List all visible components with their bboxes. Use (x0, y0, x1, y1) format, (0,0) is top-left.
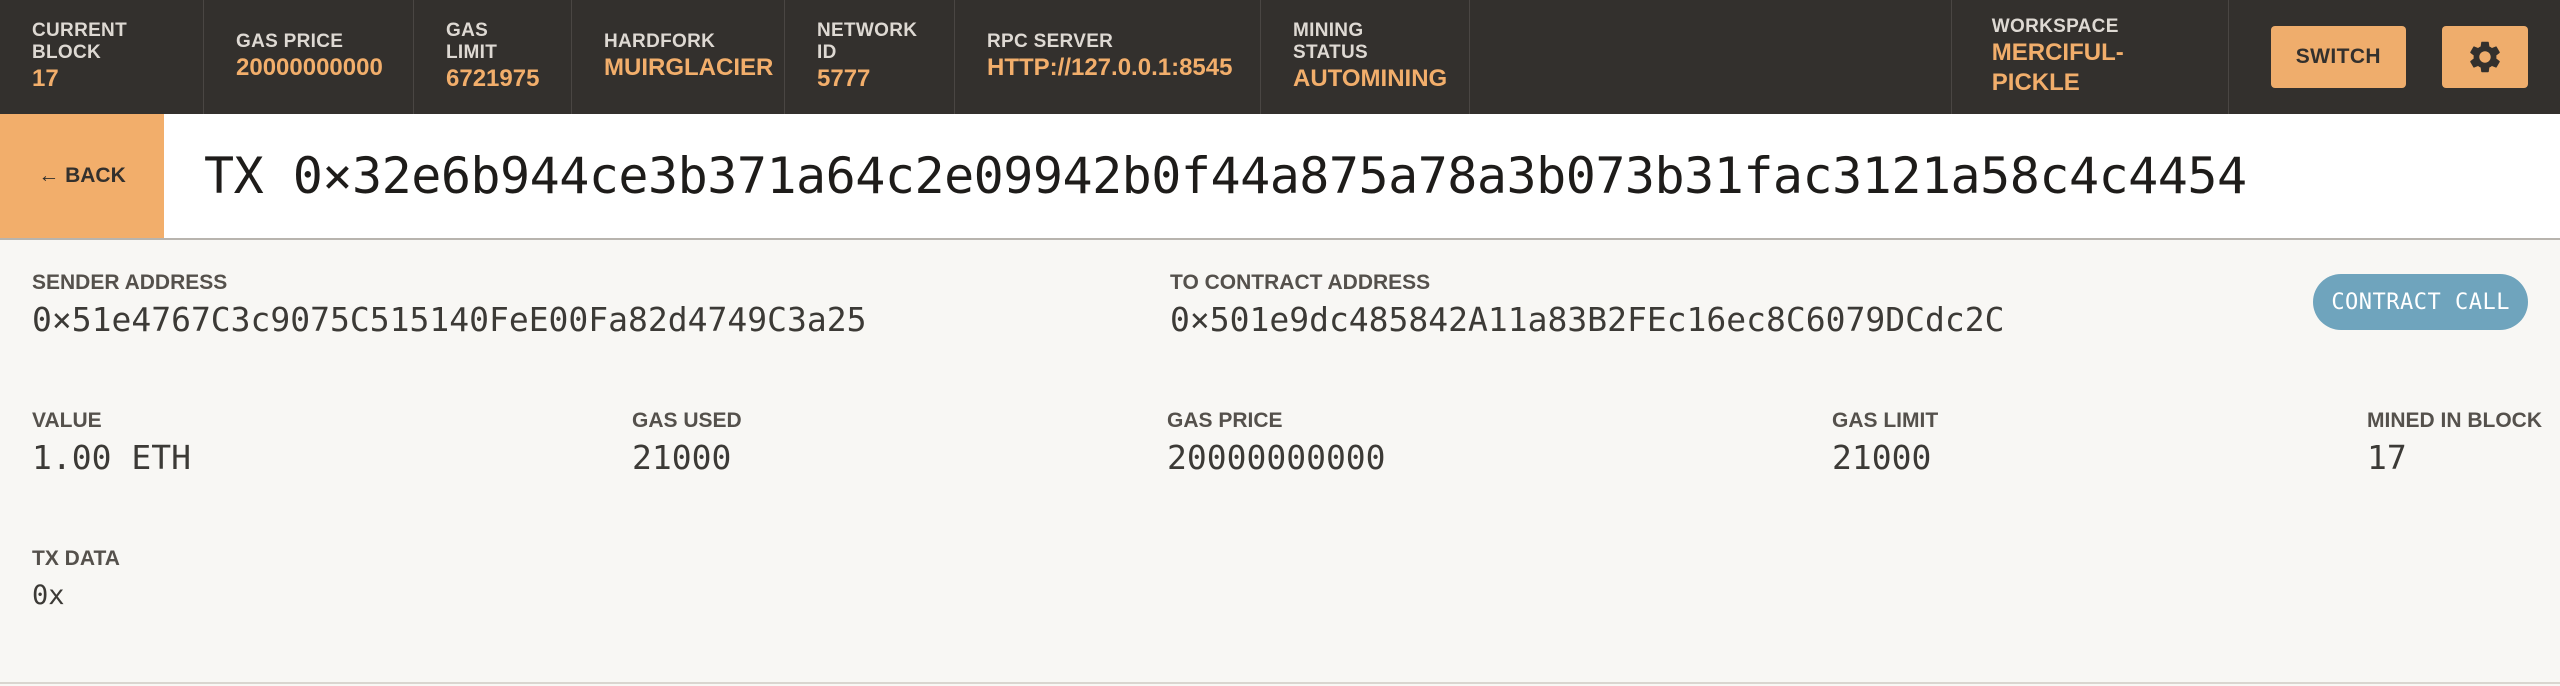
mined-in-block-field: MINED IN BLOCK 17 (2367, 408, 2542, 478)
gear-icon (2470, 41, 2500, 73)
sender-address-value[interactable]: 0×51e4767C3c9075C515140FeE00Fa82d4749C3a… (32, 300, 866, 340)
field-label: GAS USED (632, 409, 742, 432)
status-bar-actions: SWITCH (2229, 0, 2560, 114)
stat-gas-limit: GAS LIMIT 6721975 (414, 0, 572, 114)
stat-value: AUTOMINING (1293, 65, 1448, 92)
gas-price-value: 20000000000 (1167, 438, 1386, 477)
status-bar: CURRENT BLOCK 17 GAS PRICE 20000000000 G… (0, 0, 2560, 114)
stat-label: RPC SERVER (987, 31, 1114, 52)
contract-call-badge: CONTRACT CALL (2313, 274, 2528, 330)
field-label: TX DATA (32, 547, 120, 570)
stat-gas-price: GAS PRICE 20000000000 (204, 0, 414, 114)
to-contract-address-value[interactable]: 0×501e9dc485842A11a83B2FEc16ec8C6079DCdc… (1170, 300, 2004, 340)
stat-label: NETWORK ID (817, 20, 918, 63)
stat-current-block: CURRENT BLOCK 17 (0, 0, 204, 114)
settings-button[interactable] (2442, 26, 2528, 88)
stat-label: MINING STATUS (1293, 20, 1368, 63)
gas-limit-value: 21000 (1832, 438, 1932, 477)
value-field: VALUE 1.00 ETH (32, 408, 191, 478)
field-label: SENDER ADDRESS (32, 271, 228, 294)
field-label: TO CONTRACT ADDRESS (1170, 271, 1431, 294)
field-label: GAS PRICE (1167, 409, 1283, 432)
title-bar: ← BACK TX 0×32e6b944ce3b371a64c2e09942b0… (0, 114, 2560, 240)
stat-value: 6721975 (446, 65, 540, 92)
stat-label: CURRENT BLOCK (32, 20, 127, 63)
field-label: GAS LIMIT (1832, 409, 1939, 432)
field-label: VALUE (32, 409, 102, 432)
gas-used-value: 21000 (632, 438, 732, 477)
back-button[interactable]: ← BACK (0, 114, 164, 238)
field-label: MINED IN BLOCK (2367, 409, 2542, 432)
stat-label: HARDFORK (604, 31, 716, 52)
stat-value: MUIRGLACIER (604, 54, 774, 81)
stat-value: 20000000000 (236, 54, 383, 81)
stat-value: MERCIFUL-PICKLE (1991, 39, 2124, 96)
mined-in-block-value[interactable]: 17 (2367, 438, 2542, 478)
stat-value: 17 (32, 65, 59, 92)
sender-address-field: SENDER ADDRESS 0×51e4767C3c9075C515140Fe… (32, 270, 866, 340)
gas-limit-field: GAS LIMIT 21000 (1832, 408, 1938, 478)
stat-workspace: WORKSPACE MERCIFUL-PICKLE (1950, 0, 2229, 114)
stat-label: GAS LIMIT (446, 20, 498, 63)
tx-data-value: 0x (32, 580, 65, 611)
switch-workspace-button[interactable]: SWITCH (2270, 26, 2406, 88)
stat-value: HTTP://127.0.0.1:8545 (987, 54, 1233, 81)
stat-rpc-server: RPC SERVER HTTP://127.0.0.1:8545 (955, 0, 1261, 114)
stat-label: GAS PRICE (236, 31, 344, 52)
stat-mining-status: MINING STATUS AUTOMINING (1261, 0, 1470, 114)
stat-network-id: NETWORK ID 5777 (785, 0, 955, 114)
page-title: TX 0×32e6b944ce3b371a64c2e09942b0f44a875… (204, 147, 2247, 205)
stat-hardfork: HARDFORK MUIRGLACIER (572, 0, 785, 114)
transaction-details: SENDER ADDRESS 0×51e4767C3c9075C515140Fe… (0, 240, 2560, 684)
stat-label: WORKSPACE (1991, 16, 2119, 37)
gas-price-field: GAS PRICE 20000000000 (1167, 408, 1386, 478)
to-contract-address-field: TO CONTRACT ADDRESS 0×501e9dc485842A11a8… (1170, 270, 2004, 340)
gas-used-field: GAS USED 21000 (632, 408, 742, 478)
back-label: ← BACK (38, 164, 126, 187)
value-amount: 1.00 ETH (32, 438, 191, 477)
tx-data-field: TX DATA 0x (32, 546, 120, 616)
status-bar-spacer (1470, 0, 1951, 114)
stat-value: 5777 (817, 65, 871, 92)
